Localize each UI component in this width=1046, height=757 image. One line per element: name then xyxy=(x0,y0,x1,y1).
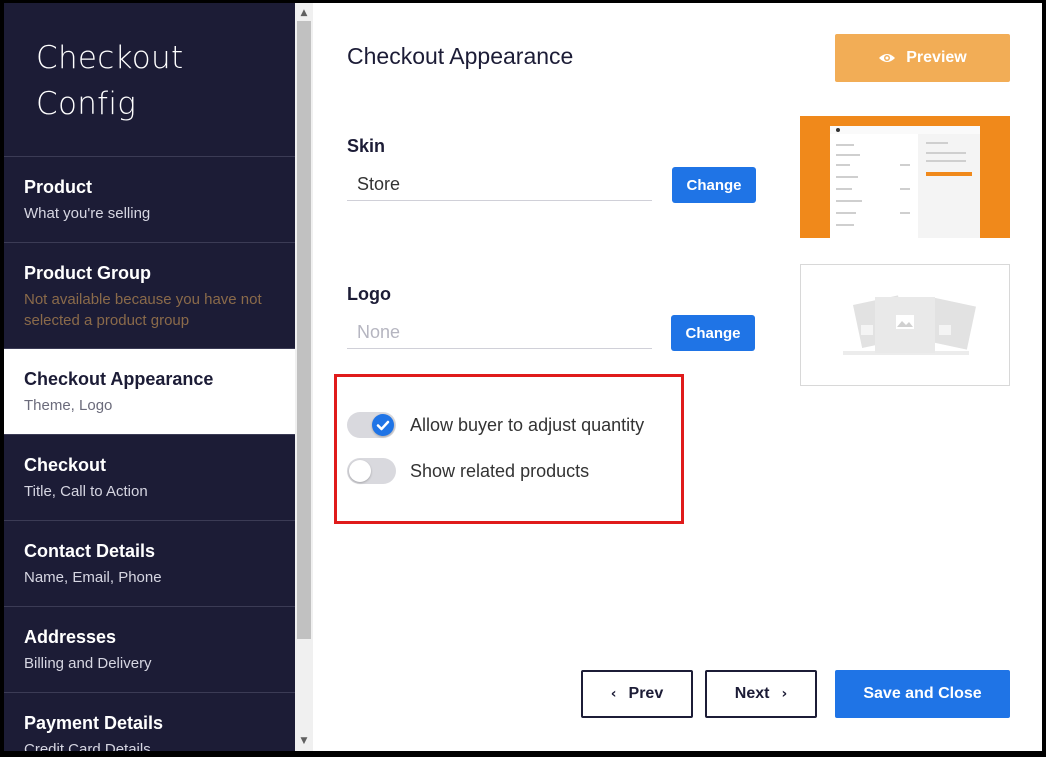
toggle-knob xyxy=(349,460,371,482)
logo-preview-thumbnail xyxy=(800,264,1010,386)
highlight-box xyxy=(334,374,684,524)
next-label: Next xyxy=(734,685,770,702)
change-skin-button[interactable]: Change xyxy=(672,167,756,203)
chevron-left-icon: ‹ xyxy=(610,686,617,702)
toggle-related-products[interactable]: Show related products xyxy=(347,458,589,484)
eye-icon xyxy=(879,54,896,62)
preview-label: Preview xyxy=(906,49,967,66)
preview-button[interactable]: Preview xyxy=(835,34,1010,82)
sidebar-item-title: Addresses xyxy=(24,627,117,647)
page-title: Checkout Appearance xyxy=(347,43,574,69)
sidebar-item-checkout-appearance[interactable]: Checkout Appearance Theme, Logo xyxy=(4,349,295,435)
prev-button[interactable]: ‹ Prev xyxy=(581,670,693,718)
sidebar-item-payment-details[interactable]: Payment Details Credit Card Details xyxy=(4,693,295,751)
skin-label: Skin xyxy=(347,136,386,156)
sidebar-item-product[interactable]: Product What you're selling xyxy=(4,157,295,243)
sidebar-item-title: Contact Details xyxy=(24,541,156,561)
save-and-close-button[interactable]: Save and Close xyxy=(835,670,1010,718)
sidebar-item-title: Checkout xyxy=(24,455,107,475)
check-icon xyxy=(376,420,390,431)
change-logo-button[interactable]: Change xyxy=(671,315,755,351)
prev-label: Prev xyxy=(628,685,664,702)
sidebar-item-product-group: Product Group Not available because you … xyxy=(4,243,295,349)
scroll-up-arrow-icon[interactable]: ▲ xyxy=(295,5,313,21)
sidebar-item-subtitle: Theme, Logo xyxy=(24,397,113,414)
image-placeholder-icon xyxy=(843,295,976,355)
main-panel: Checkout Appearance Preview Skin Store C… xyxy=(313,3,1042,751)
app-window: Checkout Config Product What you're sell… xyxy=(4,3,1042,751)
sidebar-item-checkout[interactable]: Checkout Title, Call to Action xyxy=(4,435,295,521)
toggle-knob xyxy=(372,414,394,436)
sidebar-item-contact-details[interactable]: Contact Details Name, Email, Phone xyxy=(4,521,295,607)
sidebar-item-subtitle: Not available because you have not selec… xyxy=(24,291,262,329)
scroll-down-arrow-icon[interactable]: ▼ xyxy=(295,733,313,749)
sidebar-item-subtitle: What you're selling xyxy=(24,205,151,222)
sidebar-item-title: Payment Details xyxy=(24,713,164,733)
toggle-adjust-quantity[interactable]: Allow buyer to adjust quantity xyxy=(347,412,644,438)
sidebar: Checkout Config Product What you're sell… xyxy=(4,3,295,751)
sidebar-item-subtitle: Name, Email, Phone xyxy=(24,569,162,586)
sidebar-item-subtitle: Billing and Delivery xyxy=(24,655,152,672)
sidebar-item-subtitle: Title, Call to Action xyxy=(24,483,148,500)
skin-preview-thumbnail xyxy=(800,116,1010,238)
sidebar-scrollbar[interactable]: ▲ ▼ xyxy=(295,3,313,751)
sidebar-item-title: Product xyxy=(24,177,93,197)
toggle-label: Show related products xyxy=(410,460,590,481)
next-button[interactable]: Next › xyxy=(705,670,817,718)
scroll-thumb[interactable] xyxy=(297,21,311,639)
sidebar-item-title: Product Group xyxy=(24,263,151,283)
toggle-label: Allow buyer to adjust quantity xyxy=(410,414,645,435)
skin-preview-image xyxy=(830,126,980,238)
logo-label: Logo xyxy=(347,284,391,304)
chevron-right-icon: › xyxy=(781,686,788,702)
sidebar-item-subtitle: Credit Card Details xyxy=(24,741,151,751)
sidebar-item-title: Checkout Appearance xyxy=(24,369,214,389)
brand-title: Checkout Config xyxy=(4,3,295,157)
brand-line-1: Checkout xyxy=(36,40,184,76)
toggle-switch[interactable] xyxy=(347,458,396,484)
sidebar-item-addresses[interactable]: Addresses Billing and Delivery xyxy=(4,607,295,693)
brand-line-2: Config xyxy=(36,86,137,122)
logo-field: None xyxy=(347,319,652,349)
toggle-switch[interactable] xyxy=(347,412,396,438)
skin-field: Store xyxy=(347,171,652,201)
